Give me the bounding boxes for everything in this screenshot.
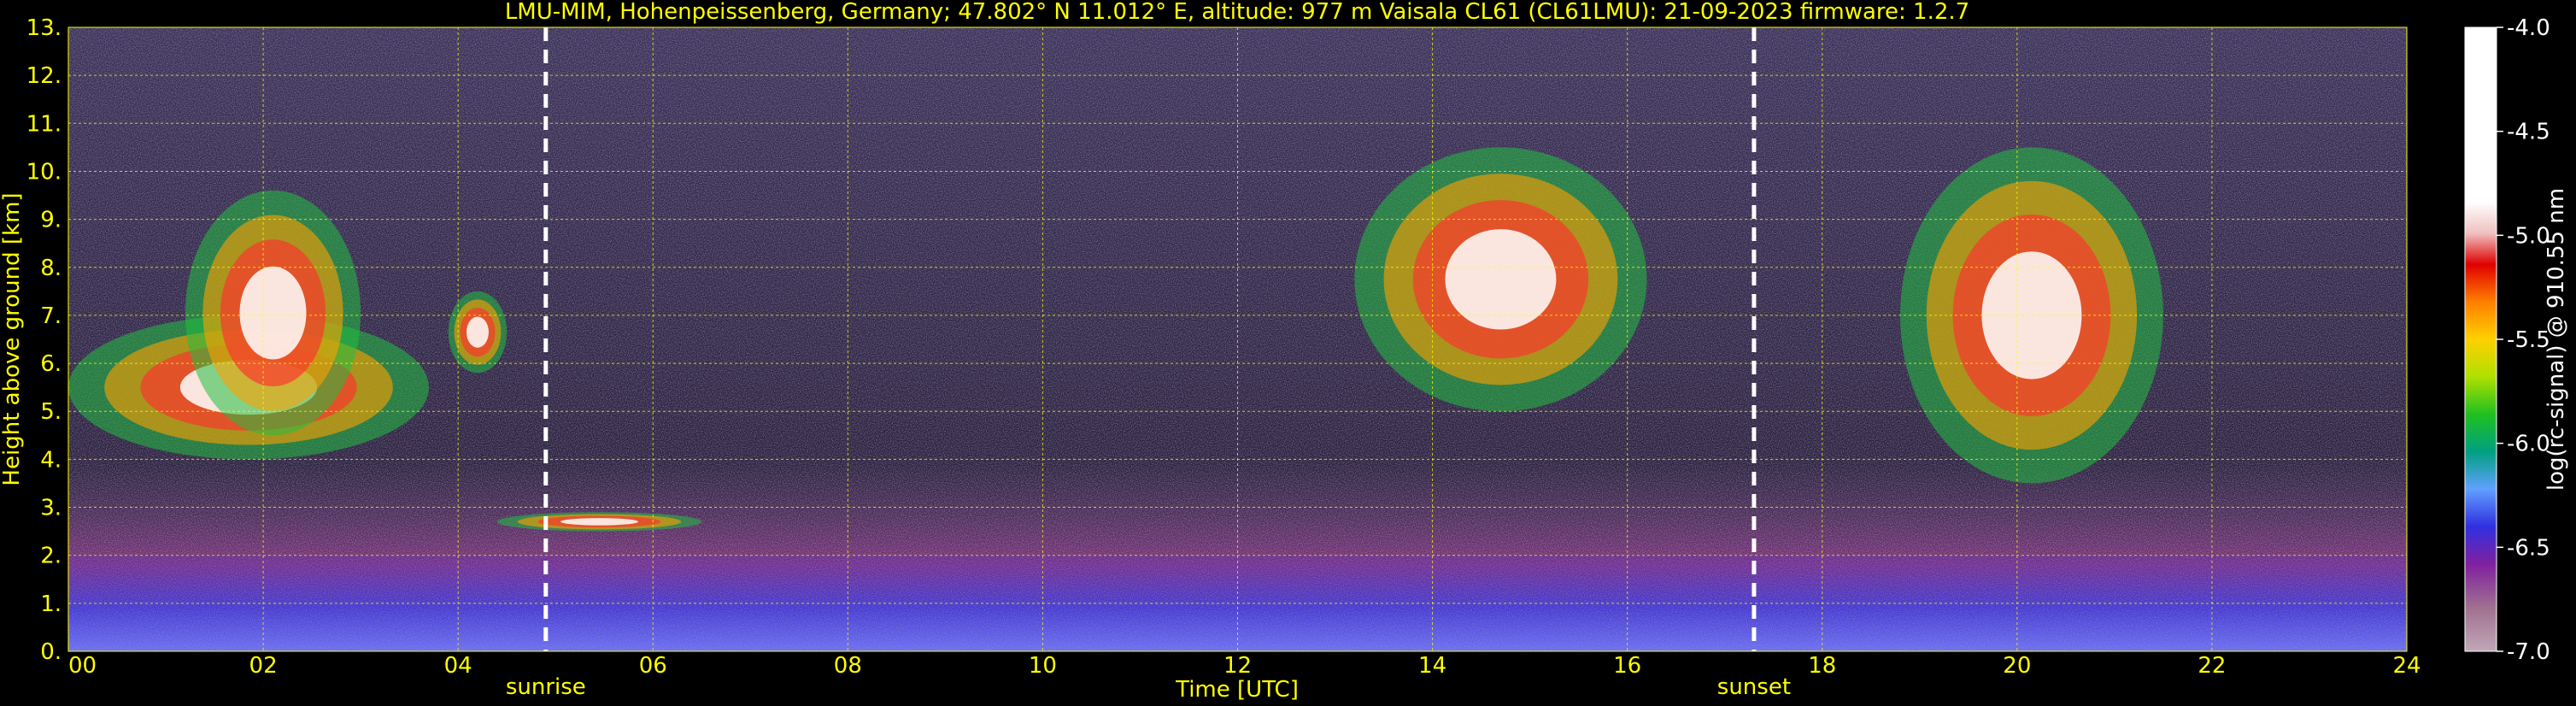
y-tick-label: 3. [40, 496, 62, 521]
cloud-layer [466, 316, 489, 348]
y-tick-label: 1. [40, 591, 62, 617]
x-tick-label: 00 [68, 653, 97, 679]
cloud-layer [239, 266, 307, 360]
y-tick-labels: 0. 1. 2. 3. 4. 5. 6. 7. 8. 9. 10. 11. 12. 13. [26, 15, 62, 665]
x-axis-title: Time [UTC] [1175, 677, 1299, 703]
y-tick-label: 2. [40, 544, 62, 569]
colorbar-tick-label: -6.5 [2507, 535, 2550, 561]
y-tick-label: 6. [40, 351, 62, 377]
x-tick-label: 20 [2003, 653, 2031, 679]
ceilometer-chart: LMU-MIM, Hohenpeissenberg, Germany; 47.8… [0, 0, 2569, 703]
cloud-feature [185, 190, 361, 436]
y-tick-label: 9. [40, 208, 62, 233]
y-tick-label: 7. [40, 303, 62, 329]
y-tick-label: 4. [40, 447, 62, 473]
colorbar-tick-label: -4.5 [2507, 120, 2550, 145]
cloud-layer [560, 518, 639, 526]
cloud-feature [448, 291, 508, 374]
colorbar [2464, 26, 2497, 652]
cloud-feature [1354, 147, 1647, 412]
x-tick-label: 12 [1223, 653, 1252, 679]
y-axis-title: Height above ground [km] [0, 192, 25, 485]
event-label: sunset [1717, 674, 1791, 700]
x-tick-label: 02 [249, 653, 278, 679]
colorbar-tick-labels: -4.0-4.5-5.0-5.5-6.0-6.5-7.0 [2497, 15, 2550, 665]
y-tick-label: 13. [26, 15, 62, 41]
x-tick-label: 22 [2198, 653, 2226, 679]
x-tick-label: 24 [2392, 653, 2421, 679]
y-tick-label: 8. [40, 256, 62, 281]
y-tick-label: 11. [26, 111, 62, 137]
x-tick-label: 18 [1808, 653, 1836, 679]
colorbar-tick-label: -4.0 [2507, 15, 2550, 41]
colorbar-tick-label: -7.0 [2507, 639, 2550, 665]
cloud-layer [1445, 229, 1557, 330]
x-tick-labels: 00 02 04 06 08 10 12 14 16 18 20 22 24 [68, 653, 2421, 679]
sun-annotations: sunrise sunset [506, 674, 1791, 700]
x-tick-label: 06 [639, 653, 667, 679]
chart-title: LMU-MIM, Hohenpeissenberg, Germany; 47.8… [505, 0, 1969, 25]
y-tick-label: 0. [40, 639, 62, 665]
y-tick-label: 12. [26, 63, 62, 89]
y-tick-label: 10. [26, 159, 62, 185]
x-tick-label: 10 [1029, 653, 1057, 679]
x-tick-label: 14 [1418, 653, 1446, 679]
colorbar-title: log(rc-signal) @ 910.55 nm [2544, 188, 2569, 491]
y-tick-label: 5. [40, 399, 62, 425]
x-tick-label: 04 [444, 653, 472, 679]
x-tick-label: 16 [1613, 653, 1641, 679]
event-label: sunrise [506, 674, 586, 700]
x-tick-label: 08 [834, 653, 862, 679]
cloud-feature [496, 512, 702, 532]
